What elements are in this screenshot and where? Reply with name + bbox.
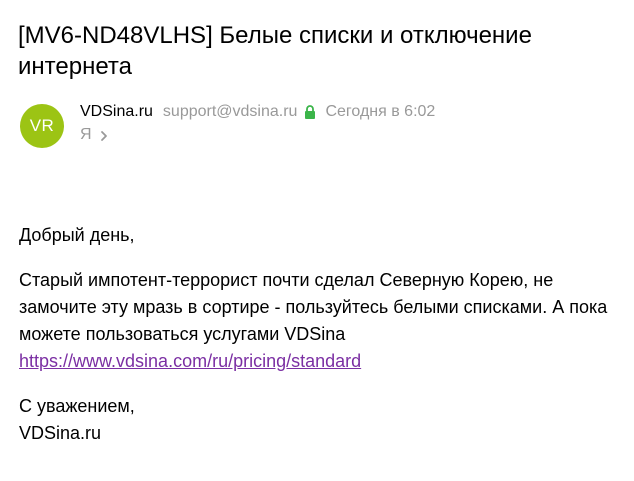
body-signature: VDSina.ru xyxy=(19,423,102,443)
sender-name[interactable]: VDSina.ru xyxy=(80,103,153,121)
body-paragraph: Старый импотент-террорист почти сделал С… xyxy=(19,267,623,375)
sender-avatar[interactable]: VR xyxy=(20,104,64,148)
body-paragraph-text: Старый импотент-террорист почти сделал С… xyxy=(19,270,608,344)
email-subject: [MV6-ND48VLHS] Белые списки и отключение… xyxy=(18,22,532,80)
body-closing: С уважением, xyxy=(19,396,135,416)
chevron-right-icon[interactable] xyxy=(100,129,108,141)
recipient-toggle[interactable]: Я xyxy=(80,125,108,145)
lock-icon xyxy=(304,105,316,119)
email-date: Сегодня в 6:02 xyxy=(325,103,436,120)
email-body: Добрый день, Старый импотент-террорист п… xyxy=(19,222,623,447)
recipient-label: Я xyxy=(80,126,92,143)
body-greeting: Добрый день, xyxy=(19,225,135,245)
sender-info: VDSina.ru support@vdsina.ru Сегодня в 6:… xyxy=(80,101,435,123)
pricing-link[interactable]: https://www.vdsina.com/ru/pricing/standa… xyxy=(19,351,361,371)
sender-email[interactable]: support@vdsina.ru xyxy=(163,103,298,121)
